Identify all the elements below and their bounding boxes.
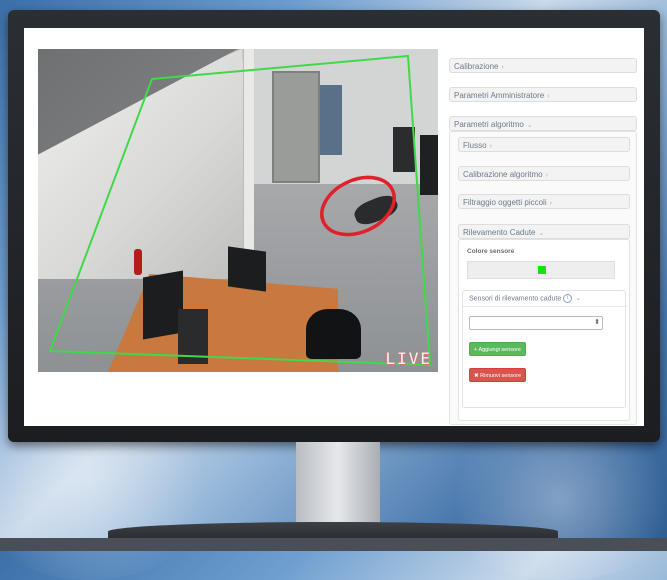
info-icon[interactable]: i xyxy=(563,294,573,303)
sensors-header[interactable]: Sensori di rilevamento cadute i ⌄ xyxy=(469,294,581,303)
remove-icon: ✖ xyxy=(474,373,479,379)
accordion-parametri-algoritmo[interactable]: Parametri algoritmo ⌄ xyxy=(449,116,637,131)
chevron-right-icon: › xyxy=(547,93,550,100)
accordion-label: Filtraggio oggetti piccoli xyxy=(463,198,547,207)
divider xyxy=(463,306,627,307)
accordion-calibrazione[interactable]: Calibrazione › xyxy=(449,58,637,73)
monitor-stand-neck xyxy=(296,442,380,530)
screen: LIVE Calibrazione › Parametri Amministrat… xyxy=(24,28,644,426)
sensor-select[interactable]: ⬍ xyxy=(469,316,603,330)
add-sensor-label: Aggiungi sensore xyxy=(478,347,521,353)
accordion-label: Flusso xyxy=(463,141,487,150)
add-sensor-button[interactable]: + Aggiungi sensore xyxy=(469,342,526,356)
accordion-label: Parametri algoritmo xyxy=(454,120,524,129)
remove-sensor-button[interactable]: ✖ Rimuovi sensore xyxy=(469,368,527,382)
chevron-right-icon: › xyxy=(549,200,552,207)
accordion-filtraggio-oggetti[interactable]: Filtraggio oggetti piccoli › xyxy=(458,194,630,209)
monitor-frame: LIVE Calibrazione › Parametri Amministrat… xyxy=(8,10,660,442)
accordion-label: Parametri Amministratore xyxy=(454,91,545,100)
camera-feed[interactable]: LIVE xyxy=(38,49,438,372)
live-label: LIVE xyxy=(385,349,432,368)
accordion-label: Calibrazione xyxy=(454,62,499,71)
camera-overlay xyxy=(48,54,432,367)
chevron-right-icon: › xyxy=(501,64,504,71)
accordion-calibrazione-algoritmo[interactable]: Calibrazione algoritmo › xyxy=(458,166,630,181)
sensors-label: Sensori di rilevamento cadute xyxy=(469,295,562,303)
algorithm-params-body: Flusso › Calibrazione algoritmo › Filtragg… xyxy=(449,131,637,425)
select-arrow-icon: ⬍ xyxy=(594,319,600,326)
accordion-rilevamento-cadute[interactable]: Rilevamento Cadute ⌄ xyxy=(458,224,630,239)
sensors-section: Sensori di rilevamento cadute i ⌄ ⬍ + Aggi… xyxy=(462,290,627,408)
chevron-down-icon: ⌄ xyxy=(575,295,582,303)
chevron-right-icon: › xyxy=(545,172,548,179)
accordion-parametri-amministratore[interactable]: Parametri Amministratore › xyxy=(449,87,637,102)
chevron-right-icon: › xyxy=(489,143,492,150)
chevron-down-icon: ⌄ xyxy=(538,230,545,237)
bottom-bar xyxy=(0,538,667,551)
sensor-color-swatch xyxy=(538,266,546,274)
accordion-flusso[interactable]: Flusso › xyxy=(458,137,630,152)
detection-zone[interactable] xyxy=(48,54,432,367)
plus-icon: + xyxy=(474,347,478,353)
remove-sensor-label: Rimuovi sensore xyxy=(480,373,522,379)
sensor-color-picker[interactable] xyxy=(467,261,615,279)
background-glow xyxy=(430,420,667,580)
settings-panel: Calibrazione › Parametri Amministratore › … xyxy=(449,45,639,425)
chevron-down-icon: ⌄ xyxy=(526,122,533,129)
sensor-color-label: Colore sensore xyxy=(467,248,515,255)
fall-alert-marker xyxy=(320,175,396,237)
accordion-label: Calibrazione algoritmo xyxy=(463,170,543,179)
fall-detection-body: Colore sensore Sensori di rilevamento ca… xyxy=(458,239,630,421)
accordion-label: Rilevamento Cadute xyxy=(463,228,536,237)
